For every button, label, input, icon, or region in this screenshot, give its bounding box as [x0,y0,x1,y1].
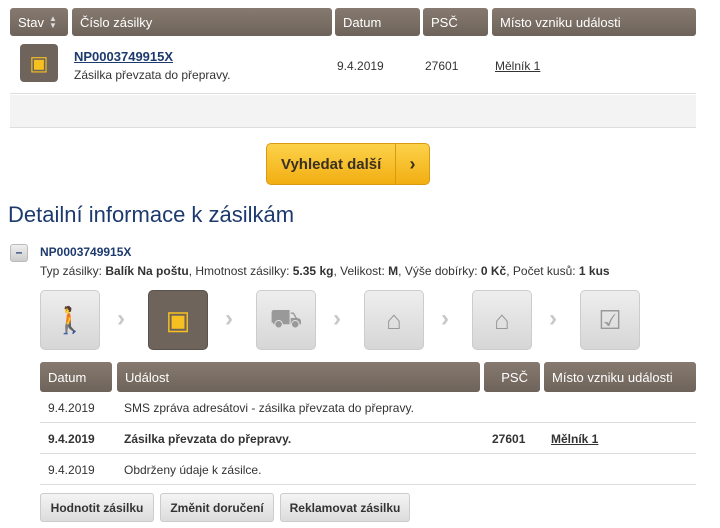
chevron-right-icon: › [549,305,557,332]
chevron-right-icon: › [225,305,233,332]
event-row: 9.4.2019 Zásilka převzata do přepravy. 2… [40,424,696,454]
delivery-truck-icon: ⛟ [256,290,316,350]
event-row: 9.4.2019 Obdrženy údaje k zásilce. [40,455,696,485]
column-header-zip: PSČ [423,8,488,36]
chevron-right-icon: › [333,305,341,332]
chevron-right-icon: › [441,305,449,332]
search-result-row: ▣ NP0003749915X Zásilka převzata do přep… [10,36,696,94]
column-header-date: Datum [335,8,420,36]
chevron-right-icon: › [395,144,429,184]
page-title: Detailní informace k zásilkám [8,202,295,227]
column-header-number: Číslo zásilky [72,8,332,36]
event-row: 9.4.2019 SMS zpráva adresátovi - zásilka… [40,393,696,423]
events-header-place: Místo vzniku události [544,362,696,392]
search-more-button[interactable]: Vyhledat další › [266,143,430,185]
events-header-zip: PSČ [484,362,540,392]
collapse-button[interactable]: – [10,244,28,262]
depot-icon: ⌂ [364,290,424,350]
events-header-date: Datum [40,362,112,392]
zip: 27601 [425,59,459,73]
post-office-icon: ⌂ [472,290,532,350]
parcel-info: Typ zásilky: Balík Na poštu, Hmotnost zá… [40,264,610,278]
parcel-number-link[interactable]: NP0003749915X [74,49,173,64]
hand-truck-icon: ▣ [20,44,58,82]
status-text: Zásilka převzata do přepravy. [74,68,231,82]
rate-parcel-button[interactable]: Hodnotit zásilku [40,493,154,522]
chevron-right-icon: › [117,305,125,332]
complaint-button[interactable]: Reklamovat zásilku [280,493,410,522]
column-header-status[interactable]: Stav ▲ ▼ [10,8,68,36]
change-delivery-button[interactable]: Změnit doručení [160,493,274,522]
delivered-box-icon: ☑ [580,290,640,350]
place-link[interactable]: Mělník 1 [495,59,540,73]
detail-parcel-number: NP0003749915X [40,245,132,259]
hand-truck-icon: ▣ [148,290,208,350]
column-header-place: Místo vzniku události [492,8,696,36]
empty-row [10,95,696,128]
events-header-event: Událost [117,362,480,392]
sort-icon: ▲ ▼ [49,14,57,30]
place-link[interactable]: Mělník 1 [551,424,598,454]
handover-icon: 🚶 [40,290,100,350]
date: 9.4.2019 [337,59,384,73]
